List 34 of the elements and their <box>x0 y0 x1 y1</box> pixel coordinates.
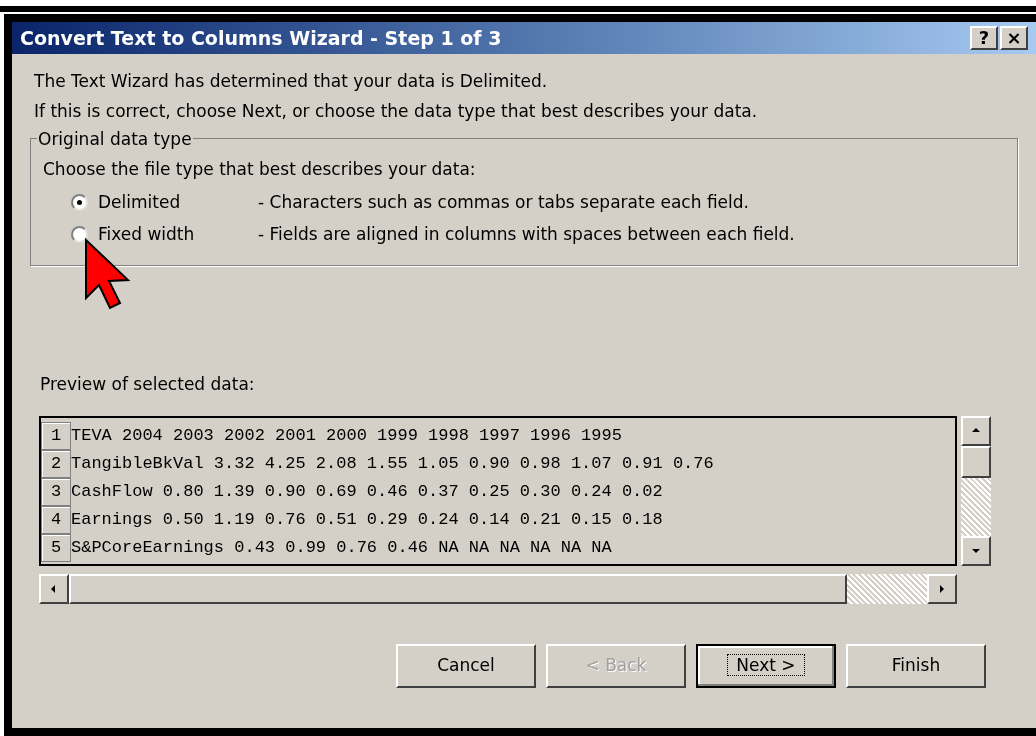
window-title: Convert Text to Columns Wizard - Step 1 of 3 <box>20 25 503 51</box>
preview-row-text: Earnings 0.50 1.19 0.76 0.51 0.29 0.24 0.14 0.21 0.15 0.18 <box>71 508 663 531</box>
scroll-down-button[interactable] <box>961 535 991 566</box>
radio-button[interactable] <box>71 194 88 211</box>
dialog-button[interactable]: Next > <box>696 643 836 688</box>
preview-row-text: TangibleBkVal 3.32 4.25 2.08 1.55 1.05 0.90 0.98 1.07 0.91 0.76 <box>71 452 714 475</box>
dialog-button[interactable]: Cancel <box>396 643 536 688</box>
vertical-scrollbar[interactable] <box>961 415 991 566</box>
intro-text: The Text Wizard has determined that your data is Delimited. <box>33 70 549 93</box>
row-number: 5 <box>41 533 71 562</box>
row-number: 4 <box>41 505 71 534</box>
scroll-up-button[interactable] <box>961 415 991 446</box>
close-button[interactable]: × <box>1000 26 1028 50</box>
preview-row-text: S&PCoreEarnings 0.43 0.99 0.76 0.46 NA NA NA NA NA NA <box>71 536 612 559</box>
preview-row-text: CashFlow 0.80 1.39 0.90 0.69 0.46 0.37 0.25 0.30 0.24 0.02 <box>71 480 663 503</box>
row-number: 1 <box>41 421 71 450</box>
radio-label[interactable]: Delimited <box>98 189 258 216</box>
scroll-thumb[interactable] <box>961 445 991 478</box>
preview-label: Preview of selected data: <box>39 373 256 396</box>
horizontal-scrollbar[interactable] <box>39 573 957 604</box>
scroll-right-button[interactable] <box>927 573 957 604</box>
preview-row-text: TEVA 2004 2003 2002 2001 2000 1999 1998 1997 1996 1995 <box>71 424 622 447</box>
scroll-left-button[interactable] <box>39 573 69 604</box>
option-description: - Characters such as commas or tabs separate each field. <box>258 190 749 214</box>
radio-button[interactable] <box>71 226 88 243</box>
dialog-button[interactable]: Finish <box>846 643 986 688</box>
radio-label[interactable]: Fixed width <box>98 221 258 248</box>
help-button[interactable]: ? <box>970 26 998 50</box>
option-description: - Fields are aligned in columns with spaces between each field. <box>258 222 795 246</box>
scroll-thumb[interactable] <box>69 573 847 604</box>
intro-text: If this is correct, choose Next, or choose the data type that best describes your data. <box>33 100 759 123</box>
row-number: 2 <box>41 449 71 478</box>
group-prompt: Choose the file type that best describes your data: <box>43 158 477 181</box>
row-number: 3 <box>41 477 71 506</box>
